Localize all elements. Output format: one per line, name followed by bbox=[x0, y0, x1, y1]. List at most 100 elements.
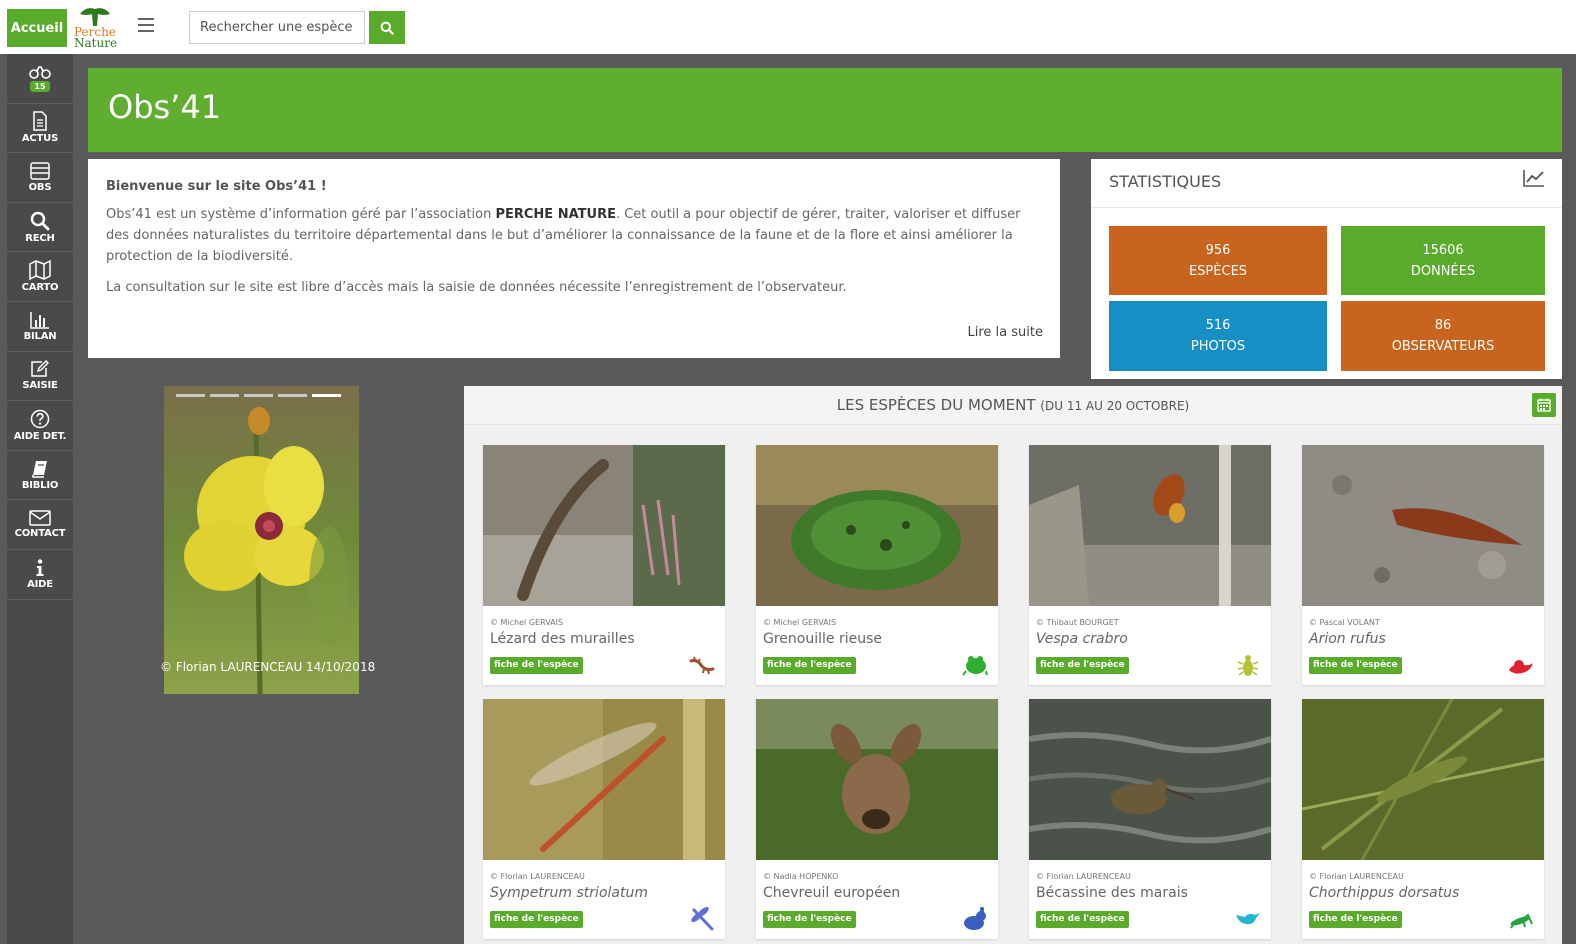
species-photo[interactable] bbox=[483, 699, 725, 860]
species-card[interactable]: © Florian LAURENCEAU Bécassine des marai… bbox=[1029, 699, 1271, 939]
stat-species[interactable]: 956 ESPÈCES bbox=[1109, 226, 1327, 295]
sidebar-item-rech[interactable]: RECH bbox=[7, 203, 73, 253]
sidebar-item-saisie[interactable]: SAISIE bbox=[7, 352, 73, 402]
welcome-text: Obs’41 est un système d’information géré… bbox=[106, 207, 496, 222]
species-card[interactable]: © Michel GERVAIS Grenouille rieuse fiche… bbox=[756, 445, 998, 685]
sidebar-nav: 15 ACTUS OBS RECH CARTO BILAN SAISIE AID… bbox=[7, 54, 73, 944]
photo-slider[interactable] bbox=[164, 386, 359, 694]
species-sheet-button[interactable]: fiche de l'espèce bbox=[763, 911, 856, 928]
species-search-input[interactable] bbox=[189, 11, 365, 44]
snipe-photo bbox=[1029, 699, 1271, 860]
list-icon bbox=[30, 162, 50, 180]
document-icon bbox=[33, 111, 47, 132]
sidebar-item-contact[interactable]: CONTACT bbox=[7, 500, 73, 550]
species-photo[interactable] bbox=[483, 445, 725, 606]
stat-value: 86 bbox=[1434, 318, 1452, 333]
slider-credit: © Florian LAURENCEAU 14/10/2018 bbox=[160, 660, 376, 674]
slider-dot[interactable] bbox=[176, 394, 205, 397]
insect-icon bbox=[1237, 655, 1259, 676]
stat-value: 15606 bbox=[1422, 242, 1464, 258]
species-name[interactable]: Vespa crabro bbox=[1036, 631, 1128, 647]
read-more-link[interactable]: Lire la suite bbox=[968, 325, 1043, 340]
perche-nature-logo[interactable]: Perche Nature bbox=[72, 6, 117, 50]
sidebar-item-label: BIBLIO bbox=[21, 479, 59, 491]
menu-toggle-icon[interactable] bbox=[138, 18, 154, 32]
stat-records[interactable]: 15606 DONNÉES bbox=[1341, 226, 1545, 295]
species-card[interactable]: © Michel GERVAIS Lézard des murailles fi… bbox=[483, 445, 725, 685]
stat-observers[interactable]: 86 OBSERVATEURS bbox=[1341, 301, 1545, 371]
species-sheet-button[interactable]: fiche de l'espèce bbox=[490, 657, 583, 674]
species-name[interactable]: Chorthippus dorsatus bbox=[1309, 885, 1459, 901]
grasshopper-icon bbox=[1510, 913, 1533, 929]
sidebar-item-carto[interactable]: CARTO bbox=[7, 252, 73, 302]
slider-dot[interactable] bbox=[244, 394, 273, 397]
species-name[interactable]: Lézard des murailles bbox=[490, 631, 635, 647]
calendar-button[interactable] bbox=[1532, 393, 1556, 417]
stat-label: ESPÈCES bbox=[1188, 263, 1248, 279]
lizard-photo bbox=[483, 445, 725, 606]
species-photo[interactable] bbox=[1302, 445, 1544, 606]
stat-value: 956 bbox=[1205, 242, 1231, 258]
species-sheet-button[interactable]: fiche de l'espèce bbox=[763, 657, 856, 674]
page-title: Obs’41 bbox=[108, 88, 222, 126]
species-name[interactable]: Sympetrum striolatum bbox=[490, 885, 648, 901]
species-header: LES ESPÈCES DU MOMENT (DU 11 AU 20 OCTOB… bbox=[464, 386, 1562, 425]
sidebar-item-actus[interactable]: ACTUS bbox=[7, 104, 73, 154]
stats-title: STATISTIQUES bbox=[1109, 172, 1222, 191]
slider-dot[interactable] bbox=[278, 394, 307, 397]
stat-label: DONNÉES bbox=[1410, 263, 1476, 279]
page-header: Obs’41 bbox=[88, 68, 1562, 152]
species-photo[interactable] bbox=[1029, 445, 1271, 606]
mollusc-icon bbox=[1509, 660, 1533, 674]
stat-photos[interactable]: 516 PHOTOS bbox=[1109, 301, 1327, 371]
slider-dot-active[interactable] bbox=[312, 394, 341, 397]
book-icon bbox=[32, 460, 47, 478]
sidebar-item-label: CARTO bbox=[21, 282, 59, 294]
species-sheet-button[interactable]: fiche de l'espèce bbox=[490, 911, 583, 928]
map-icon bbox=[29, 260, 51, 281]
species-photo[interactable] bbox=[1302, 699, 1544, 860]
edit-icon bbox=[31, 360, 49, 378]
association-name: PERCHE NATURE bbox=[495, 207, 616, 222]
mammal-icon bbox=[964, 907, 986, 930]
line-chart-icon[interactable] bbox=[1523, 169, 1545, 187]
species-card[interactable]: © Florian LAURENCEAU Sympetrum striolatu… bbox=[483, 699, 725, 939]
home-button[interactable]: Accueil bbox=[7, 9, 67, 47]
species-name[interactable]: Chevreuil européen bbox=[763, 885, 900, 901]
search-button[interactable] bbox=[369, 11, 405, 44]
photo-credit: © Pascal VOLANT bbox=[1309, 618, 1380, 627]
species-photo[interactable] bbox=[756, 445, 998, 606]
species-card[interactable]: © Pascal VOLANT Arion rufus fiche de l'e… bbox=[1302, 445, 1544, 685]
sidebar-item-obs[interactable]: OBS bbox=[7, 153, 73, 203]
bird-icon bbox=[1236, 913, 1260, 925]
species-sheet-button[interactable]: fiche de l'espèce bbox=[1036, 911, 1129, 928]
species-name[interactable]: Arion rufus bbox=[1309, 631, 1386, 647]
species-sheet-button[interactable]: fiche de l'espèce bbox=[1309, 657, 1402, 674]
sidebar-item-aide-det[interactable]: AIDE DET. bbox=[7, 401, 73, 451]
sidebar-item-aide[interactable]: AIDE bbox=[7, 550, 73, 600]
species-card[interactable]: © Florian LAURENCEAU Chorthippus dorsatu… bbox=[1302, 699, 1544, 939]
slider-dot[interactable] bbox=[210, 394, 239, 397]
species-card[interactable]: © Nadia HOPENKO Chevreuil européen fiche… bbox=[756, 699, 998, 939]
welcome-panel: Bienvenue sur le site Obs’41 ! Obs’41 es… bbox=[88, 159, 1060, 358]
sidebar-item-bilan[interactable]: BILAN bbox=[7, 302, 73, 352]
species-name[interactable]: Bécassine des marais bbox=[1036, 885, 1188, 901]
stat-value: 516 bbox=[1205, 318, 1231, 333]
sidebar-item-biblio[interactable]: BIBLIO bbox=[7, 451, 73, 501]
species-photo[interactable] bbox=[1029, 699, 1271, 860]
species-date-range: (DU 11 AU 20 OCTOBRE) bbox=[1040, 399, 1190, 413]
welcome-paragraph-1: Obs’41 est un système d’information géré… bbox=[106, 204, 1042, 267]
species-sheet-button[interactable]: fiche de l'espèce bbox=[1309, 911, 1402, 928]
sidebar-item-observations[interactable]: 15 bbox=[7, 54, 73, 104]
species-sheet-button[interactable]: fiche de l'espèce bbox=[1036, 657, 1129, 674]
top-bar: Accueil Perche Nature bbox=[0, 0, 1576, 54]
species-card[interactable]: © Thibaut BOURGET Vespa crabro fiche de … bbox=[1029, 445, 1271, 685]
photo-credit: © Nadia HOPENKO bbox=[763, 872, 839, 881]
species-name[interactable]: Grenouille rieuse bbox=[763, 631, 882, 647]
species-photo[interactable] bbox=[756, 699, 998, 860]
stats-panel: STATISTIQUES 956 ESPÈCES 15606 DONNÉES 5… bbox=[1091, 159, 1562, 379]
search-icon bbox=[30, 211, 50, 230]
stat-label: PHOTOS bbox=[1190, 339, 1246, 354]
calendar-icon bbox=[1537, 398, 1551, 412]
envelope-icon bbox=[29, 510, 51, 526]
